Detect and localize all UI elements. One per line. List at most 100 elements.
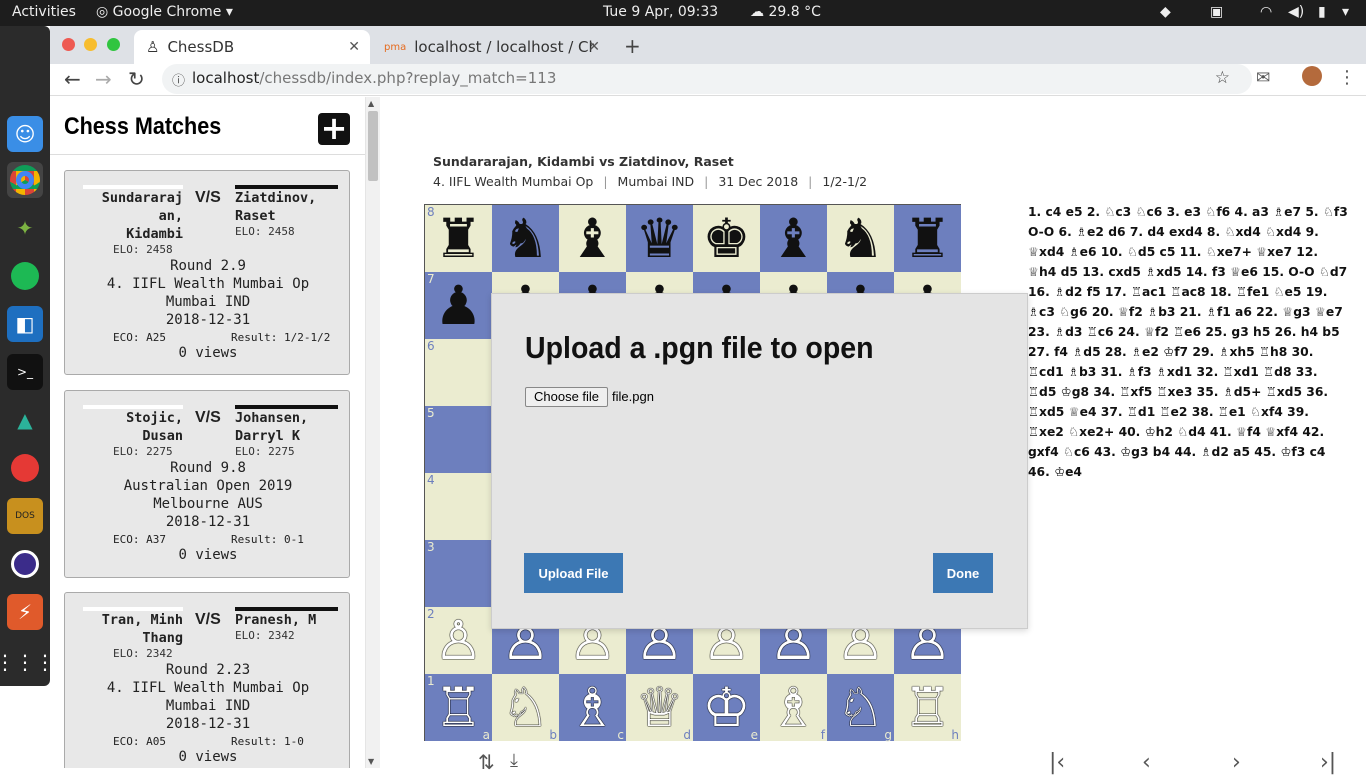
board-square[interactable]: ♘ b	[492, 674, 559, 741]
chrome-menu-icon[interactable]: ⋮	[1338, 67, 1356, 88]
back-icon[interactable]: ←	[64, 67, 81, 91]
close-tab-icon[interactable]: ✕	[348, 39, 360, 55]
screenshot-tray-icon[interactable]: ▣	[1210, 4, 1223, 20]
chess-piece[interactable]: ♗	[769, 680, 817, 735]
close-tab-icon[interactable]: ✕	[588, 39, 600, 55]
last-move-icon[interactable]: ›|	[1320, 750, 1336, 775]
chess-piece[interactable]: ♟	[434, 278, 482, 333]
chess-piece[interactable]: ♝	[769, 211, 817, 266]
flip-board-icon[interactable]: ⇅	[478, 750, 495, 774]
match-card[interactable]: Sundararaj an, Kidambi V/S Ziatdinov, Ra…	[64, 170, 350, 375]
done-button[interactable]: Done	[933, 553, 993, 593]
eclipse-icon[interactable]	[7, 546, 43, 582]
close-window-icon[interactable]	[62, 38, 75, 51]
forward-icon[interactable]: →	[95, 67, 112, 91]
board-square[interactable]: ♝	[559, 205, 626, 272]
match-card[interactable]: Tran, Minh Thang V/S Pranesh, M ELO: 234…	[64, 592, 350, 768]
spotify-icon[interactable]	[7, 258, 43, 294]
chess-piece[interactable]: ♖	[903, 680, 951, 735]
chess-piece[interactable]: ♜	[434, 211, 482, 266]
show-applications-icon[interactable]: ⋮⋮⋮	[0, 644, 55, 680]
choose-file-button[interactable]: Choose file	[525, 387, 609, 407]
board-square[interactable]: 4	[425, 473, 492, 540]
views: 0 views	[178, 749, 238, 765]
board-square[interactable]: ♘ g	[827, 674, 894, 741]
system-monitor-icon[interactable]: ▲	[7, 402, 43, 438]
minimize-window-icon[interactable]	[84, 38, 97, 51]
board-square[interactable]: 5	[425, 406, 492, 473]
sidebar-scrollbar[interactable]: ▲ ▼	[366, 97, 380, 768]
board-square[interactable]: ♛	[626, 205, 693, 272]
board-square[interactable]: ♖ h	[894, 674, 961, 741]
weather[interactable]: ☁ 29.8 °C	[750, 4, 821, 20]
chess-piece[interactable]: ♙	[434, 613, 482, 668]
hammer-app-icon[interactable]: ⚡	[7, 594, 43, 630]
tab-chessdb[interactable]: ♙ ChessDB ✕	[134, 30, 370, 64]
vscode-icon[interactable]: ◧	[7, 306, 43, 342]
chess-piece[interactable]: ♛	[635, 211, 683, 266]
chess-piece[interactable]: ♞	[836, 211, 884, 266]
chess-piece[interactable]: ♚	[702, 211, 750, 266]
dosbox-icon[interactable]: DOS	[7, 498, 43, 534]
board-square[interactable]: ♞	[827, 205, 894, 272]
wifi-icon[interactable]: ◠	[1260, 4, 1272, 20]
chess-piece[interactable]: ♘	[836, 680, 884, 735]
maximize-window-icon[interactable]	[107, 38, 120, 51]
upload-app-icon[interactable]	[7, 450, 43, 486]
power-menu-icon[interactable]: ▾	[1342, 4, 1349, 20]
app-menu[interactable]: ◎ Google Chrome ▾	[96, 4, 233, 20]
chess-piece[interactable]: ♕	[635, 680, 683, 735]
android-studio-icon[interactable]: ✦	[7, 210, 43, 246]
chess-piece[interactable]: ♝	[568, 211, 616, 266]
file-label: e	[750, 728, 758, 742]
move-list[interactable]: 1. c4 e5 2. ♘c3 ♘c6 3. e3 ♘f6 4. a3 ♗e7 …	[1028, 202, 1348, 482]
upload-file-button[interactable]: Upload File	[524, 553, 623, 593]
clock[interactable]: Tue 9 Apr, 09:33	[603, 4, 718, 20]
board-square[interactable]: ♔ e	[693, 674, 760, 741]
scroll-down-icon[interactable]: ▼	[368, 757, 374, 766]
new-tab-icon[interactable]: +	[624, 34, 641, 58]
info-icon[interactable]: ⓘ	[172, 70, 185, 89]
board-square[interactable]: ♝	[760, 205, 827, 272]
address-bar[interactable]: ⓘ localhost/chessdb/index.php?replay_mat…	[162, 64, 1252, 94]
scroll-up-icon[interactable]: ▲	[368, 99, 374, 108]
board-square[interactable]: ♚	[693, 205, 760, 272]
rank-label: 5	[427, 406, 435, 420]
board-square[interactable]: ♗ c	[559, 674, 626, 741]
reload-icon[interactable]: ↻	[128, 67, 145, 91]
match-card[interactable]: Stojic, Dusan V/S Johansen, Darryl K ELO…	[64, 390, 350, 578]
tab-phpmyadmin[interactable]: pma localhost / localhost / Che ✕	[372, 30, 610, 64]
terminal-icon[interactable]: >_	[7, 354, 43, 390]
board-square[interactable]: 6	[425, 339, 492, 406]
file-label: b	[549, 728, 557, 742]
board-square[interactable]: ♙ 2	[425, 607, 492, 674]
chess-piece[interactable]: ♘	[501, 680, 549, 735]
chess-piece[interactable]: ♗	[568, 680, 616, 735]
board-square[interactable]: ♞	[492, 205, 559, 272]
board-square[interactable]: ♖ 1 a	[425, 674, 492, 741]
network-tray-icon[interactable]: ◆	[1160, 4, 1171, 20]
chess-piece[interactable]: ♜	[903, 211, 951, 266]
board-square[interactable]: ♜ 8	[425, 205, 492, 272]
profile-avatar[interactable]	[1302, 66, 1322, 86]
previous-move-icon[interactable]: ‹	[1142, 750, 1151, 775]
next-move-icon[interactable]: ›	[1232, 750, 1241, 775]
activities-button[interactable]: Activities	[12, 4, 76, 20]
bookmark-star-icon[interactable]: ☆	[1215, 68, 1230, 88]
finder-icon[interactable]: ☺	[7, 116, 43, 152]
chess-piece[interactable]: ♔	[702, 680, 750, 735]
add-match-button[interactable]: +	[318, 112, 350, 145]
chrome-icon[interactable]	[7, 162, 43, 198]
board-square[interactable]: ♜	[894, 205, 961, 272]
board-square[interactable]: ♗ f	[760, 674, 827, 741]
board-square[interactable]: ♕ d	[626, 674, 693, 741]
battery-icon[interactable]: ▮	[1318, 4, 1326, 20]
board-square[interactable]: 3	[425, 540, 492, 607]
chess-piece[interactable]: ♞	[501, 211, 549, 266]
scrollbar-thumb[interactable]	[368, 111, 378, 181]
first-move-icon[interactable]: |‹	[1049, 750, 1065, 775]
volume-icon[interactable]: ◀)	[1288, 4, 1304, 20]
board-square[interactable]: ♟ 7	[425, 272, 492, 339]
extension-icon[interactable]: ✉	[1256, 68, 1270, 88]
chess-piece[interactable]: ♖	[434, 680, 482, 735]
